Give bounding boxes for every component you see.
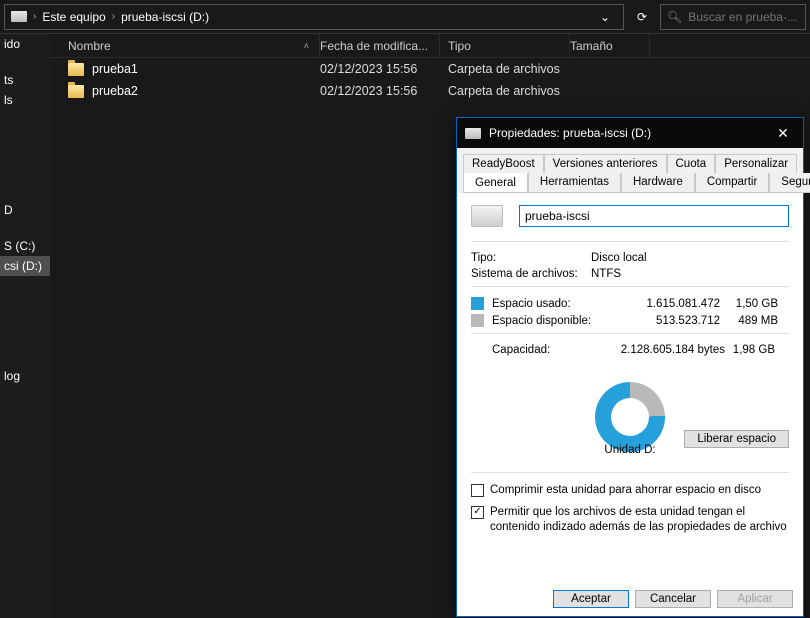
tab-versions[interactable]: Versiones anteriores	[544, 154, 667, 173]
type-label: Tipo:	[471, 252, 591, 264]
type-value: Disco local	[591, 252, 647, 264]
used-bytes: 1.615.081.472	[620, 298, 720, 310]
used-swatch	[471, 297, 484, 310]
column-type[interactable]: Tipo	[440, 34, 570, 57]
general-panel: Tipo:Disco local Sistema de archivos:NTF…	[457, 193, 803, 565]
chevron-right-icon: ›	[110, 11, 117, 22]
breadcrumb-current[interactable]: prueba-iscsi (D:)	[121, 10, 209, 24]
drive-icon	[465, 128, 481, 139]
sidebar-item-current-drive[interactable]: csi (D:)	[0, 256, 50, 276]
capacity-human: 1,98 GB	[725, 344, 775, 356]
file-row[interactable]: prueba2 02/12/2023 15:56Carpeta de archiv…	[50, 80, 810, 102]
index-label: Permitir que los archivos de esta unidad…	[490, 505, 789, 536]
sidebar-item[interactable]: S (C:)	[0, 236, 50, 256]
refresh-icon[interactable]: ⟳	[630, 5, 654, 29]
sidebar-item[interactable]: log	[0, 366, 50, 386]
breadcrumb-root[interactable]: Este equipo	[42, 10, 105, 24]
sidebar-item[interactable]: ls	[0, 90, 50, 110]
column-size[interactable]: Tamaño	[570, 34, 650, 57]
close-button[interactable]: ✕	[763, 118, 803, 148]
capacity-bytes: 2.128.605.184 bytes	[591, 344, 725, 356]
column-headers: Nombre˄ Fecha de modifica... Tipo Tamaño	[50, 34, 810, 58]
dialog-titlebar[interactable]: Propiedades: prueba-iscsi (D:) ✕	[457, 118, 803, 148]
tabs: ReadyBoost Versiones anteriores Cuota Pe…	[457, 148, 803, 193]
used-human: 1,50 GB	[728, 298, 778, 310]
dialog-title: Propiedades: prueba-iscsi (D:)	[489, 126, 651, 140]
file-type: Carpeta de archivos	[440, 62, 570, 76]
search-input[interactable]	[688, 10, 799, 24]
tab-personalize[interactable]: Personalizar	[715, 154, 797, 173]
cancel-button[interactable]: Cancelar	[635, 590, 711, 608]
file-date: 02/12/2023 15:56	[320, 62, 440, 76]
drive-large-icon	[471, 205, 503, 227]
sidebar-item[interactable]: ido	[0, 34, 50, 54]
column-name[interactable]: Nombre˄	[50, 34, 320, 57]
tab-tools[interactable]: Herramientas	[528, 173, 621, 193]
compress-checkbox[interactable]	[471, 484, 484, 497]
file-date: 02/12/2023 15:56	[320, 84, 440, 98]
folder-icon	[68, 85, 84, 98]
unit-label: Unidad D:	[604, 444, 655, 456]
tab-general[interactable]: General	[463, 173, 528, 193]
column-modified[interactable]: Fecha de modifica...	[320, 34, 440, 57]
free-bytes: 513.523.712	[620, 315, 720, 327]
filesystem-label: Sistema de archivos:	[471, 268, 591, 280]
chevron-right-icon: ›	[31, 11, 38, 22]
sort-asc-icon: ˄	[304, 41, 309, 51]
folder-icon	[68, 63, 84, 76]
dialog-buttons: Aceptar Cancelar Aplicar	[553, 590, 793, 608]
properties-dialog: Propiedades: prueba-iscsi (D:) ✕ ReadyBo…	[456, 117, 804, 617]
history-dropdown-icon[interactable]: ⌄	[593, 5, 617, 29]
tab-quota[interactable]: Cuota	[667, 154, 716, 173]
file-name: prueba1	[92, 62, 138, 76]
ok-button[interactable]: Aceptar	[553, 590, 629, 608]
file-row[interactable]: prueba1 02/12/2023 15:56Carpeta de archiv…	[50, 58, 810, 80]
free-label: Espacio disponible:	[492, 315, 612, 327]
address-toolbar: › Este equipo › prueba-iscsi (D:) ⌄ ⟳ 🔍︎	[0, 0, 810, 34]
index-checkbox[interactable]: ✓	[471, 506, 484, 519]
capacity-label: Capacidad:	[492, 344, 591, 356]
apply-button[interactable]: Aplicar	[717, 590, 793, 608]
search-box[interactable]: 🔍︎	[660, 4, 806, 30]
filesystem-value: NTFS	[591, 268, 621, 280]
tab-hardware[interactable]: Hardware	[621, 173, 695, 193]
free-swatch	[471, 314, 484, 327]
used-label: Espacio usado:	[492, 298, 612, 310]
nav-sidebar: ido ts ls D S (C:) csi (D:) log	[0, 34, 50, 618]
compress-label: Comprimir esta unidad para ahorrar espac…	[490, 483, 761, 499]
free-space-button[interactable]: Liberar espacio	[684, 430, 789, 448]
breadcrumb-bar[interactable]: › Este equipo › prueba-iscsi (D:) ⌄	[4, 4, 624, 30]
sidebar-item[interactable]: D	[0, 200, 50, 220]
sidebar-item[interactable]: ts	[0, 70, 50, 90]
free-human: 489 MB	[728, 315, 778, 327]
tab-security[interactable]: Seguridad	[769, 173, 810, 193]
tab-share[interactable]: Compartir	[695, 173, 769, 193]
usage-donut	[595, 382, 665, 452]
search-icon: 🔍︎	[667, 10, 682, 24]
file-name: prueba2	[92, 84, 138, 98]
file-type: Carpeta de archivos	[440, 84, 570, 98]
drive-name-input[interactable]	[519, 205, 789, 227]
tab-readyboost[interactable]: ReadyBoost	[463, 154, 544, 173]
drive-icon	[11, 11, 27, 22]
